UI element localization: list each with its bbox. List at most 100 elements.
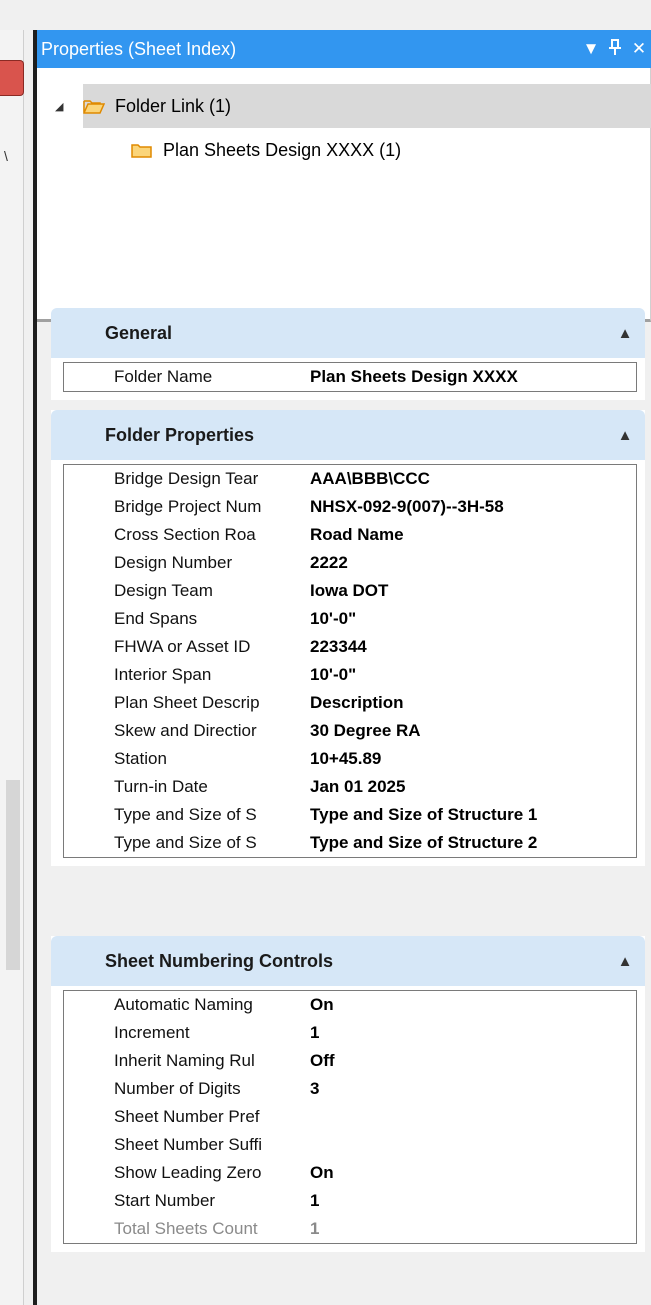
property-row[interactable]: Type and Size of S Type and Size of Struc… bbox=[64, 829, 636, 857]
property-row[interactable]: Inherit Naming Rul Off bbox=[64, 1047, 636, 1075]
property-row[interactable]: Number of Digits 3 bbox=[64, 1075, 636, 1103]
sheet-numbering-header[interactable]: Sheet Numbering Controls ▲ bbox=[51, 936, 645, 986]
property-name: Turn-in Date bbox=[114, 777, 208, 796]
property-value[interactable]: Road Name bbox=[304, 525, 636, 545]
general-section-header[interactable]: General ▲ bbox=[51, 308, 645, 358]
property-name: Plan Sheet Descrip bbox=[114, 693, 260, 712]
property-value[interactable]: 1 bbox=[304, 1023, 636, 1043]
properties-panel: Properties (Sheet Index) ▼ ✕ ◢ Folder Li… bbox=[37, 30, 651, 1305]
property-value[interactable]: 1 bbox=[304, 1191, 636, 1211]
property-value[interactable]: NHSX-092-9(007)--3H-58 bbox=[304, 497, 636, 517]
property-name: Type and Size of S bbox=[114, 805, 257, 824]
folder-icon bbox=[131, 143, 152, 158]
property-name: Inherit Naming Rul bbox=[114, 1051, 255, 1070]
property-row[interactable]: Design Team Iowa DOT bbox=[64, 577, 636, 605]
property-row[interactable]: Skew and Directior 30 Degree RA bbox=[64, 717, 636, 745]
property-value[interactable]: 10+45.89 bbox=[304, 749, 636, 769]
property-name: End Spans bbox=[114, 609, 198, 628]
property-name: Sheet Number Pref bbox=[114, 1107, 260, 1126]
property-name: Number of Digits bbox=[114, 1079, 241, 1098]
property-value[interactable]: 2222 bbox=[304, 553, 636, 573]
property-name: Design Team bbox=[114, 581, 213, 600]
red-tab-button[interactable] bbox=[0, 60, 24, 96]
property-row[interactable]: Plan Sheet Descrip Description bbox=[64, 689, 636, 717]
sheet-numbering-section: Sheet Numbering Controls ▲ Automatic Nam… bbox=[51, 936, 645, 1252]
property-row[interactable]: Folder Name Plan Sheets Design XXXX bbox=[64, 363, 636, 391]
property-name: Folder Name bbox=[114, 367, 213, 386]
close-icon[interactable]: ✕ bbox=[627, 39, 651, 59]
property-row[interactable]: Show Leading Zero On bbox=[64, 1159, 636, 1187]
scrollbar-thumb[interactable] bbox=[6, 780, 20, 970]
property-row[interactable]: Station 10+45.89 bbox=[64, 745, 636, 773]
property-value[interactable]: On bbox=[304, 995, 636, 1015]
sheet-index-tree: ◢ Folder Link (1) Plan Sheets Design XXX… bbox=[37, 68, 651, 322]
property-row[interactable]: Cross Section Roa Road Name bbox=[64, 521, 636, 549]
collapse-icon[interactable]: ▲ bbox=[605, 325, 645, 342]
property-row[interactable]: Increment 1 bbox=[64, 1019, 636, 1047]
property-name: Type and Size of S bbox=[114, 833, 257, 852]
folder-properties-grid: Bridge Design Tear AAA\BBB\CCC Bridge Pro… bbox=[63, 464, 637, 858]
property-value[interactable]: Iowa DOT bbox=[304, 581, 636, 601]
tree-item-plan-sheets[interactable]: Plan Sheets Design XXXX (1) bbox=[131, 128, 401, 172]
property-row[interactable]: FHWA or Asset ID 223344 bbox=[64, 633, 636, 661]
property-value[interactable]: 30 Degree RA bbox=[304, 721, 636, 741]
property-row[interactable]: End Spans 10'-0" bbox=[64, 605, 636, 633]
property-name: Increment bbox=[114, 1023, 190, 1042]
section-title: General bbox=[105, 322, 173, 343]
property-row[interactable]: Turn-in Date Jan 01 2025 bbox=[64, 773, 636, 801]
left-toolbar-strip bbox=[0, 30, 24, 1305]
property-name: Skew and Directior bbox=[114, 721, 257, 740]
property-row[interactable]: Bridge Project Num NHSX-092-9(007)--3H-58 bbox=[64, 493, 636, 521]
chevron-icon: \ bbox=[4, 148, 8, 164]
tree-item-folder-link[interactable]: ◢ Folder Link (1) bbox=[55, 84, 651, 128]
property-name: Station bbox=[114, 749, 167, 768]
property-row[interactable]: Bridge Design Tear AAA\BBB\CCC bbox=[64, 465, 636, 493]
property-name: Cross Section Roa bbox=[114, 525, 256, 544]
folder-properties-header[interactable]: Folder Properties ▲ bbox=[51, 410, 645, 460]
property-row[interactable]: Interior Span 10'-0" bbox=[64, 661, 636, 689]
property-value[interactable]: 10'-0" bbox=[304, 609, 636, 629]
tree-item-label: Folder Link (1) bbox=[115, 95, 232, 116]
property-value[interactable]: Plan Sheets Design XXXX bbox=[304, 367, 636, 387]
property-row[interactable]: Design Number 2222 bbox=[64, 549, 636, 577]
property-value[interactable]: Jan 01 2025 bbox=[304, 777, 636, 797]
property-row: Total Sheets Count 1 bbox=[64, 1215, 636, 1243]
property-name: Sheet Number Suffi bbox=[114, 1135, 263, 1154]
property-value[interactable]: 3 bbox=[304, 1079, 636, 1099]
folder-properties-section: Folder Properties ▲ Bridge Design Tear AA… bbox=[51, 410, 645, 866]
property-value[interactable]: 223344 bbox=[304, 637, 636, 657]
property-value[interactable]: 10'-0" bbox=[304, 665, 636, 685]
property-row[interactable]: Automatic Naming On bbox=[64, 991, 636, 1019]
tree-item-label: Plan Sheets Design XXXX (1) bbox=[163, 139, 402, 160]
property-name: Bridge Project Num bbox=[114, 497, 262, 516]
tree-expander-icon[interactable]: ◢ bbox=[55, 100, 69, 113]
property-value[interactable]: AAA\BBB\CCC bbox=[304, 469, 636, 489]
property-value: 1 bbox=[310, 1219, 320, 1238]
property-name: Automatic Naming bbox=[114, 995, 253, 1014]
panel-title: Properties (Sheet Index) bbox=[41, 38, 237, 59]
collapse-icon[interactable]: ▲ bbox=[605, 427, 645, 444]
property-row[interactable]: Sheet Number Pref bbox=[64, 1103, 636, 1131]
general-grid: Folder Name Plan Sheets Design XXXX bbox=[63, 362, 637, 392]
property-value[interactable]: On bbox=[304, 1163, 636, 1183]
panel-titlebar: Properties (Sheet Index) ▼ ✕ bbox=[37, 30, 651, 68]
section-title: Sheet Numbering Controls bbox=[105, 950, 334, 971]
folder-open-icon bbox=[83, 99, 105, 114]
property-row[interactable]: Start Number 1 bbox=[64, 1187, 636, 1215]
property-row[interactable]: Sheet Number Suffi bbox=[64, 1131, 636, 1159]
general-section: General ▲ Folder Name Plan Sheets Design… bbox=[51, 308, 645, 400]
property-name: FHWA or Asset ID bbox=[114, 637, 251, 656]
property-name: Show Leading Zero bbox=[114, 1163, 262, 1182]
property-value[interactable]: Type and Size of Structure 1 bbox=[304, 805, 636, 825]
property-value[interactable]: Type and Size of Structure 2 bbox=[304, 833, 636, 853]
property-value[interactable]: Description bbox=[304, 693, 636, 713]
property-row[interactable]: Type and Size of S Type and Size of Struc… bbox=[64, 801, 636, 829]
property-value[interactable]: Off bbox=[304, 1051, 636, 1071]
property-name: Design Number bbox=[114, 553, 233, 572]
dropdown-arrow-icon[interactable]: ▼ bbox=[579, 39, 603, 59]
collapse-icon[interactable]: ▲ bbox=[605, 953, 645, 970]
section-title: Folder Properties bbox=[105, 424, 255, 445]
pin-icon[interactable] bbox=[603, 38, 627, 60]
property-name: Total Sheets Count bbox=[114, 1219, 258, 1238]
property-name: Start Number bbox=[114, 1191, 216, 1210]
